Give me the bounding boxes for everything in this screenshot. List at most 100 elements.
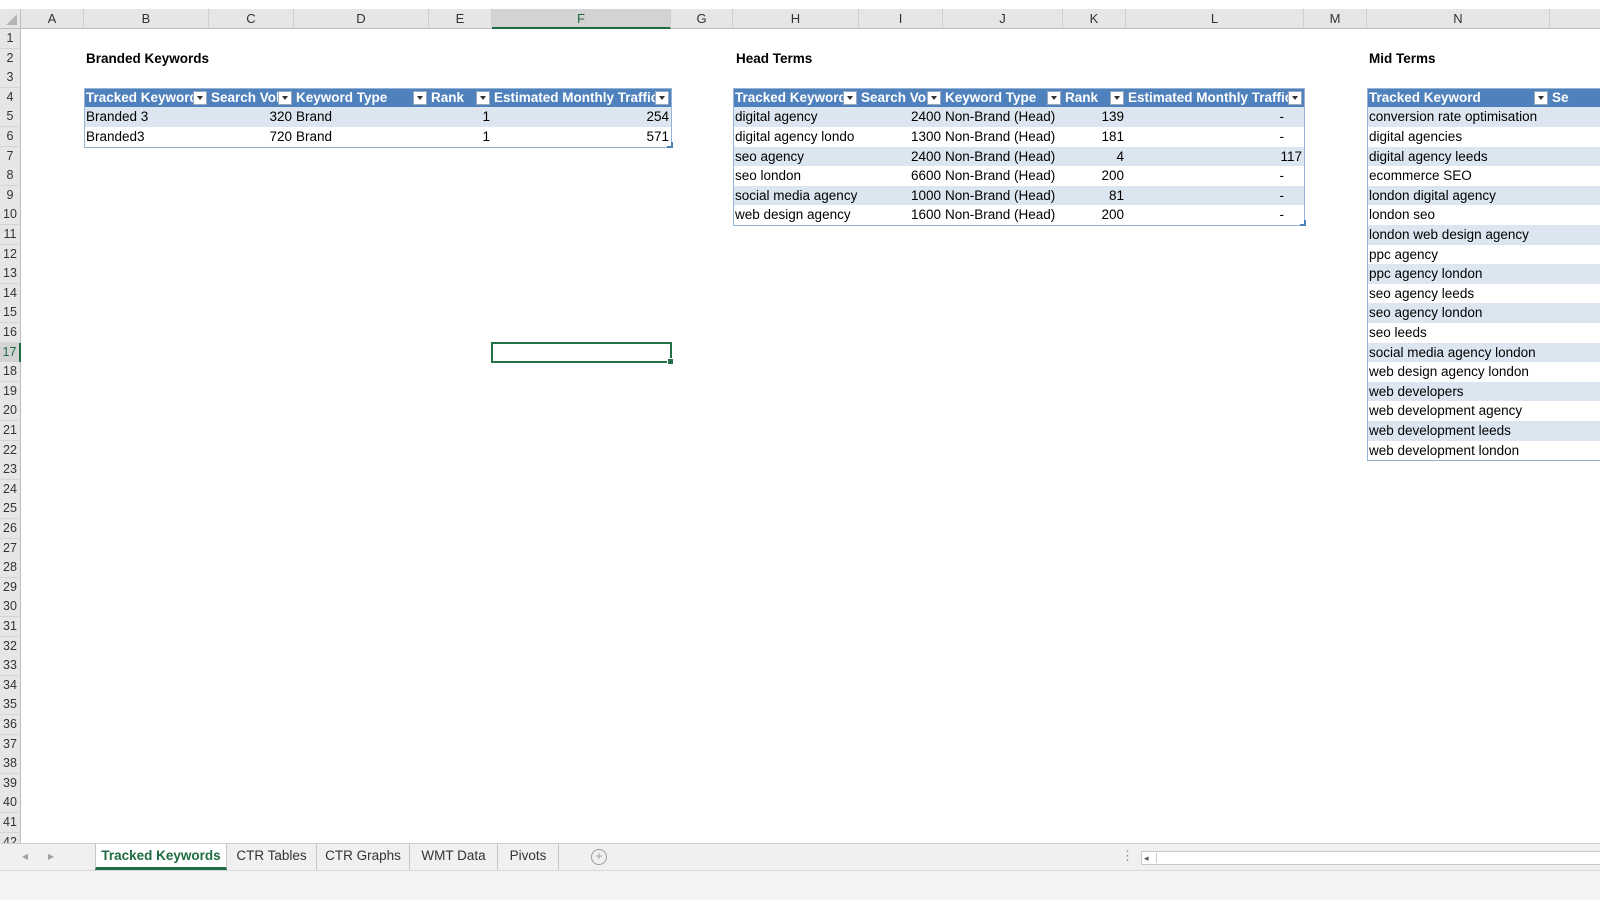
column-header-a[interactable]: A (21, 9, 84, 29)
table-header-cell[interactable]: Estimated Monthly Traffic (1126, 87, 1304, 108)
table-cell[interactable]: 2400 (859, 147, 943, 167)
table-cell[interactable]: Non-Brand (Head) (943, 127, 1063, 147)
table-cell[interactable]: 1 (429, 127, 492, 147)
column-header-k[interactable]: K (1063, 9, 1126, 29)
table-cell[interactable]: seo london (733, 166, 859, 186)
table-cell[interactable]: social media agency (733, 186, 859, 206)
table-cell[interactable]: ppc agency (1367, 245, 1567, 265)
column-header-j[interactable]: J (943, 9, 1063, 29)
table-header-cell[interactable]: Keyword Type (943, 87, 1063, 108)
active-cell-selection[interactable] (491, 342, 674, 365)
row-header-30[interactable]: 30 (0, 597, 21, 618)
add-sheet-icon[interactable]: + (591, 849, 607, 865)
row-header-24[interactable]: 24 (0, 479, 21, 500)
table-cell[interactable]: 181 (1063, 127, 1126, 147)
table-cell[interactable]: Branded3 (84, 127, 209, 147)
tab-ctr-graphs[interactable]: CTR Graphs (317, 844, 410, 870)
table-cell[interactable]: 6600 (859, 166, 943, 186)
row-header-13[interactable]: 13 (0, 264, 21, 285)
table-cell[interactable]: web design agency london (1367, 362, 1567, 382)
row-header-4[interactable]: 4 (0, 87, 21, 108)
table-cell[interactable]: Brand (294, 107, 429, 127)
row-header-36[interactable]: 36 (0, 715, 21, 735)
table-resize-handle[interactable] (1300, 220, 1306, 226)
table-cell[interactable]: london web design agency (1367, 225, 1567, 245)
row-header-41[interactable]: 41 (0, 813, 21, 833)
table-cell[interactable]: 4 (1063, 147, 1126, 167)
table-cell[interactable]: web developers (1367, 382, 1567, 402)
row-header-40[interactable]: 40 (0, 793, 21, 814)
table-resize-handle[interactable] (667, 141, 673, 148)
table-cell[interactable]: web development agency (1367, 401, 1567, 421)
row-header-15[interactable]: 15 (0, 303, 21, 324)
row-header-26[interactable]: 26 (0, 519, 21, 539)
table-cell[interactable]: 200 (1063, 166, 1126, 186)
filter-dropdown-icon[interactable] (1534, 90, 1548, 105)
table-cell[interactable]: 1 (429, 107, 492, 127)
row-header-3[interactable]: 3 (0, 68, 21, 89)
table-cell[interactable]: conversion rate optimisation (1367, 107, 1567, 127)
table-header-cell[interactable]: Se (1550, 87, 1600, 108)
table-cell[interactable]: Brand (294, 127, 429, 147)
filter-dropdown-icon[interactable] (843, 90, 857, 105)
table-header-cell[interactable]: Tracked Keyword (733, 87, 859, 108)
column-header-n[interactable]: N (1367, 9, 1550, 29)
sheet-nav-prev-icon[interactable]: ◂ (22, 849, 28, 863)
table-cell[interactable]: Non-Brand (Head) (943, 166, 1063, 186)
table-cell[interactable]: - (1126, 186, 1304, 206)
row-header-39[interactable]: 39 (0, 773, 21, 794)
table-cell[interactable]: seo agency leeds (1367, 284, 1567, 304)
table-cell[interactable]: london seo (1367, 205, 1567, 225)
table-cell[interactable]: Non-Brand (Head) (943, 107, 1063, 127)
table-header-cell[interactable]: Tracked Keyword (1367, 87, 1550, 108)
tab-ctr-tables[interactable]: CTR Tables (227, 844, 317, 870)
table-cell[interactable]: social media agency london (1367, 343, 1567, 363)
table-cell[interactable]: web design agency (733, 205, 859, 225)
column-header-i[interactable]: I (859, 9, 943, 29)
filter-dropdown-icon[interactable] (1047, 90, 1061, 105)
filter-dropdown-icon[interactable] (413, 90, 427, 105)
sheet-nav-next-icon[interactable]: ▸ (48, 849, 54, 863)
horizontal-scrollbar[interactable]: ◂ (1141, 851, 1600, 865)
column-header-g[interactable]: G (671, 9, 733, 29)
table-cell[interactable]: Non-Brand (Head) (943, 205, 1063, 225)
row-header-19[interactable]: 19 (0, 381, 21, 402)
row-header-35[interactable]: 35 (0, 695, 21, 716)
row-header-7[interactable]: 7 (0, 146, 21, 167)
tab-wmt-data[interactable]: WMT Data (410, 844, 498, 870)
row-header-23[interactable]: 23 (0, 460, 21, 481)
row-header-20[interactable]: 20 (0, 401, 21, 422)
spreadsheet-grid[interactable]: ABCDEFGHIJKLMN 1 2 3 4 5 6 7 8 9 10 11 12 13 14 15 16 17… (0, 0, 1600, 870)
more-options-icon[interactable]: ⋮ (1121, 848, 1134, 864)
table-cell[interactable]: seo agency (733, 147, 859, 167)
table-cell[interactable]: - (1126, 127, 1304, 147)
filter-dropdown-icon[interactable] (476, 90, 490, 105)
row-header-34[interactable]: 34 (0, 675, 21, 696)
table-cell[interactable]: 254 (492, 107, 671, 127)
column-header-m[interactable]: M (1304, 9, 1367, 29)
row-header-6[interactable]: 6 (0, 127, 21, 147)
table-cell[interactable]: digital agency (733, 107, 859, 127)
row-header-11[interactable]: 11 (0, 225, 21, 245)
tab-tracked-keywords[interactable]: Tracked Keywords (95, 844, 227, 870)
table-cell[interactable]: 1300 (859, 127, 943, 147)
row-header-27[interactable]: 27 (0, 538, 21, 559)
row-header-2[interactable]: 2 (0, 48, 21, 69)
row-header-12[interactable]: 12 (0, 244, 21, 265)
row-header-17[interactable]: 17 (0, 342, 21, 363)
table-cell[interactable]: 139 (1063, 107, 1126, 127)
row-header-33[interactable]: 33 (0, 656, 21, 677)
row-header-37[interactable]: 37 (0, 734, 21, 755)
row-header-28[interactable]: 28 (0, 558, 21, 579)
scrollbar-thumb[interactable] (1156, 853, 1600, 863)
table-header-cell[interactable]: Tracked Keyword (84, 87, 209, 108)
row-header-21[interactable]: 21 (0, 421, 21, 441)
table-cell[interactable]: - (1126, 107, 1304, 127)
row-header-31[interactable]: 31 (0, 617, 21, 637)
table-cell[interactable]: web development london (1367, 441, 1567, 461)
table-cell[interactable]: 320 (209, 107, 294, 127)
table-cell[interactable]: - (1126, 205, 1304, 225)
column-header-h[interactable]: H (733, 9, 859, 29)
filter-dropdown-icon[interactable] (278, 90, 292, 105)
table-cell[interactable]: 720 (209, 127, 294, 147)
